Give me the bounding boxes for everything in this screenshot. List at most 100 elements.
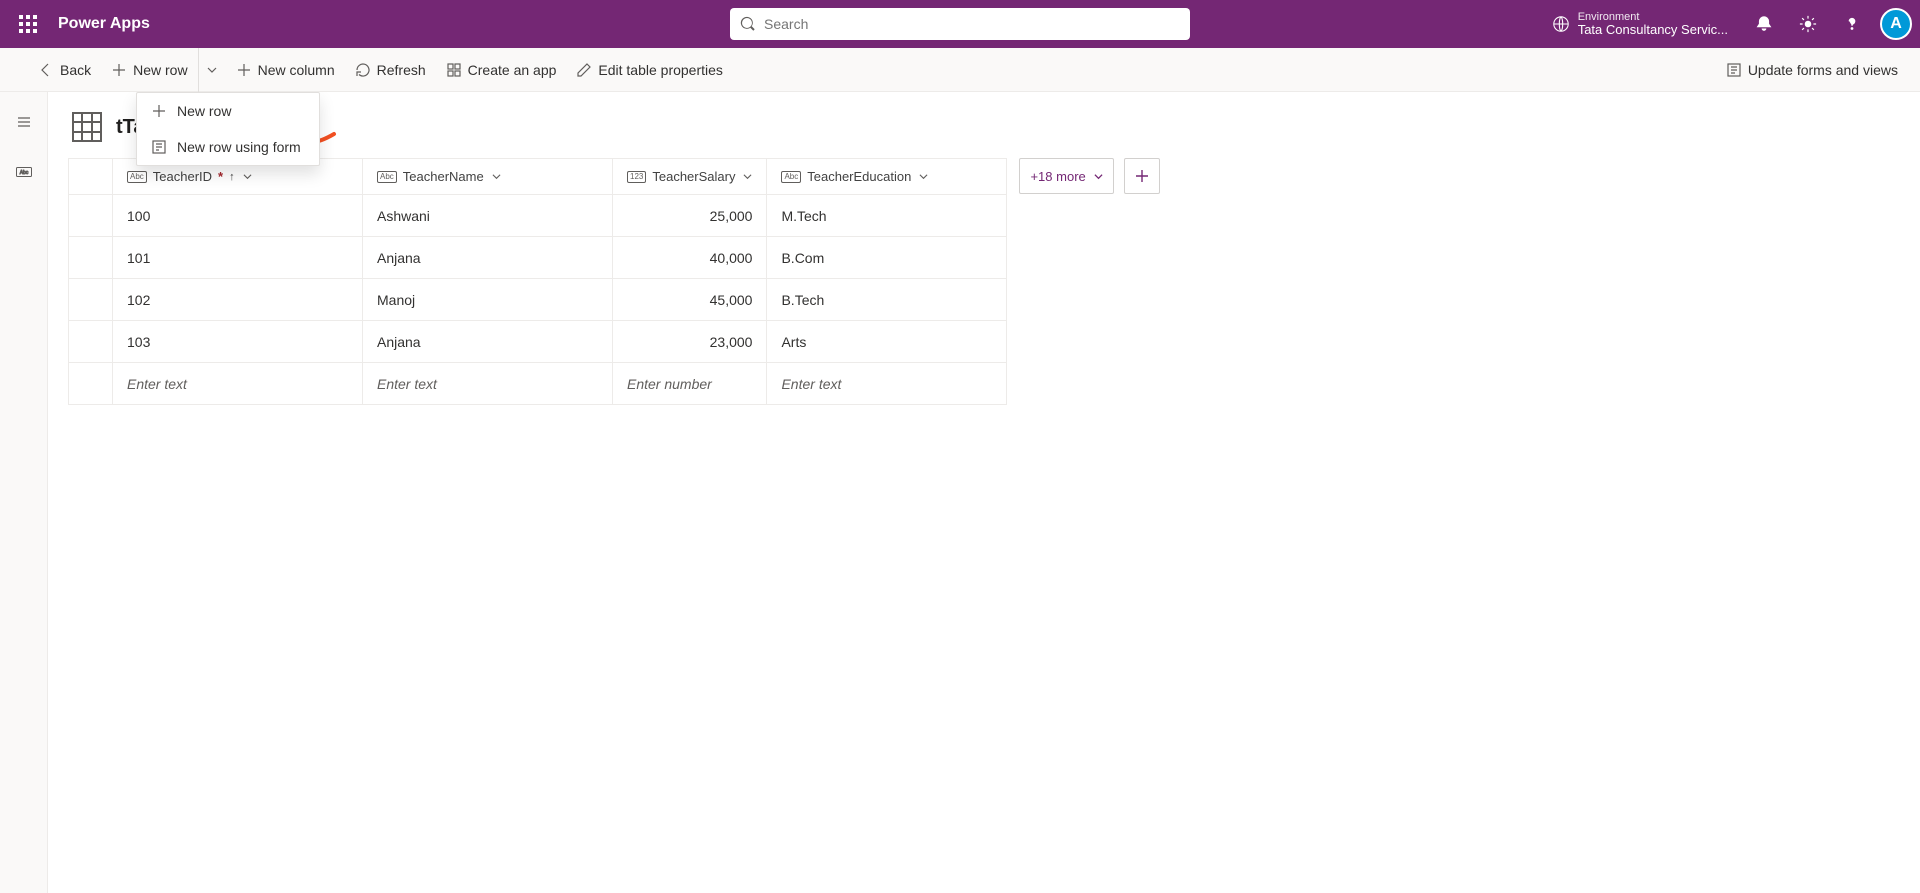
cell-salary[interactable]: 45,000 bbox=[613, 279, 767, 321]
add-column-button[interactable] bbox=[1124, 158, 1160, 194]
column-header-education[interactable]: Abc TeacherEducation bbox=[767, 159, 1007, 195]
row-handle-header bbox=[69, 159, 113, 195]
cell-id[interactable]: 100 bbox=[113, 195, 363, 237]
row-handle[interactable] bbox=[69, 363, 113, 405]
cell-id[interactable]: 101 bbox=[113, 237, 363, 279]
environment-name: Tata Consultancy Servic... bbox=[1578, 23, 1728, 37]
bell-icon bbox=[1755, 15, 1773, 33]
table-row[interactable]: 101Anjana40,000B.Com bbox=[69, 237, 1007, 279]
chevron-down-icon bbox=[243, 172, 252, 181]
new-cell-education[interactable]: Enter text bbox=[767, 363, 1007, 405]
main-content: tTables New row New row using form bbox=[48, 92, 1920, 893]
new-row-split-button: New row bbox=[101, 48, 225, 92]
table-heading: tTables bbox=[68, 112, 1920, 142]
new-column-label: New column bbox=[258, 62, 335, 78]
column-header-name[interactable]: Abc TeacherName bbox=[363, 159, 613, 195]
new-row-dropdown: New row New row using form bbox=[136, 92, 320, 166]
more-columns-button[interactable]: +18 more bbox=[1019, 158, 1113, 194]
search-icon bbox=[740, 16, 756, 32]
new-row[interactable]: Enter textEnter textEnter numberEnter te… bbox=[69, 363, 1007, 405]
cell-education[interactable]: M.Tech bbox=[767, 195, 1007, 237]
dropdown-new-row-form[interactable]: New row using form bbox=[137, 129, 319, 165]
table-row[interactable]: 103Anjana23,000Arts bbox=[69, 321, 1007, 363]
rail-abc-button[interactable]: Abc bbox=[8, 156, 40, 188]
create-app-button[interactable]: Create an app bbox=[436, 48, 567, 92]
refresh-label: Refresh bbox=[377, 62, 426, 78]
row-handle[interactable] bbox=[69, 279, 113, 321]
new-cell-salary[interactable]: Enter number bbox=[613, 363, 767, 405]
left-rail: Abc bbox=[0, 92, 48, 893]
back-button[interactable]: Back bbox=[28, 48, 101, 92]
chevron-down-icon bbox=[1094, 172, 1103, 181]
search-box[interactable] bbox=[730, 8, 1190, 40]
row-handle[interactable] bbox=[69, 237, 113, 279]
new-column-button[interactable]: New column bbox=[226, 48, 345, 92]
edit-properties-button[interactable]: Edit table properties bbox=[566, 48, 733, 92]
cell-education[interactable]: B.Tech bbox=[767, 279, 1007, 321]
cell-name[interactable]: Anjana bbox=[363, 237, 613, 279]
create-app-label: Create an app bbox=[468, 62, 557, 78]
refresh-button[interactable]: Refresh bbox=[345, 48, 436, 92]
environment-picker[interactable]: Environment Tata Consultancy Servic... bbox=[1552, 11, 1728, 37]
new-cell-name[interactable]: Enter text bbox=[363, 363, 613, 405]
refresh-icon bbox=[355, 62, 371, 78]
app-icon bbox=[446, 62, 462, 78]
data-grid: Abc TeacherID * ↑ Abc TeacherName bbox=[68, 158, 1007, 405]
chevron-down-icon bbox=[743, 172, 752, 181]
app-launcher-button[interactable] bbox=[8, 0, 48, 48]
new-row-button[interactable]: New row bbox=[101, 48, 197, 92]
new-row-dropdown-button[interactable] bbox=[198, 48, 226, 92]
cell-salary[interactable]: 25,000 bbox=[613, 195, 767, 237]
dropdown-new-row[interactable]: New row bbox=[137, 93, 319, 129]
edit-properties-label: Edit table properties bbox=[598, 62, 723, 78]
body: Abc tTables New row New row using form bbox=[0, 92, 1920, 893]
back-arrow-icon bbox=[38, 62, 54, 78]
notifications-button[interactable] bbox=[1744, 0, 1784, 48]
command-bar: Back New row New column Refresh Create a… bbox=[0, 48, 1920, 92]
cell-salary[interactable]: 23,000 bbox=[613, 321, 767, 363]
help-icon bbox=[1843, 15, 1861, 33]
hamburger-icon bbox=[16, 114, 32, 130]
new-row-label: New row bbox=[133, 62, 187, 78]
settings-button[interactable] bbox=[1788, 0, 1828, 48]
help-button[interactable] bbox=[1832, 0, 1872, 48]
chevron-down-icon bbox=[207, 65, 217, 75]
plus-icon bbox=[111, 62, 127, 78]
new-cell-id[interactable]: Enter text bbox=[113, 363, 363, 405]
rail-menu-button[interactable] bbox=[8, 106, 40, 138]
svg-text:Abc: Abc bbox=[19, 170, 28, 176]
user-avatar[interactable]: A bbox=[1880, 8, 1912, 40]
back-label: Back bbox=[60, 62, 91, 78]
row-handle[interactable] bbox=[69, 195, 113, 237]
update-forms-button[interactable]: Update forms and views bbox=[1716, 48, 1908, 92]
waffle-icon bbox=[19, 15, 37, 33]
table-icon bbox=[72, 112, 102, 142]
cell-id[interactable]: 103 bbox=[113, 321, 363, 363]
dropdown-new-row-form-label: New row using form bbox=[177, 139, 301, 155]
plus-icon bbox=[1135, 169, 1149, 183]
cell-name[interactable]: Ashwani bbox=[363, 195, 613, 237]
required-indicator: * bbox=[218, 169, 223, 184]
cell-name[interactable]: Manoj bbox=[363, 279, 613, 321]
form-icon bbox=[151, 139, 167, 155]
cell-education[interactable]: Arts bbox=[767, 321, 1007, 363]
sort-asc-icon: ↑ bbox=[229, 171, 235, 183]
search-input[interactable] bbox=[764, 16, 1180, 32]
text-type-icon: Abc bbox=[377, 171, 397, 183]
chevron-down-icon bbox=[492, 172, 501, 181]
number-type-icon: 123 bbox=[627, 171, 646, 183]
update-forms-label: Update forms and views bbox=[1748, 62, 1898, 78]
grid-wrapper: Abc TeacherID * ↑ Abc TeacherName bbox=[68, 158, 1920, 405]
cell-name[interactable]: Anjana bbox=[363, 321, 613, 363]
cell-id[interactable]: 102 bbox=[113, 279, 363, 321]
table-row[interactable]: 100Ashwani25,000M.Tech bbox=[69, 195, 1007, 237]
table-row[interactable]: 102Manoj45,000B.Tech bbox=[69, 279, 1007, 321]
column-header-salary[interactable]: 123 TeacherSalary bbox=[613, 159, 767, 195]
row-handle[interactable] bbox=[69, 321, 113, 363]
globe-icon bbox=[1552, 15, 1570, 33]
cell-salary[interactable]: 40,000 bbox=[613, 237, 767, 279]
brand-label[interactable]: Power Apps bbox=[58, 15, 150, 33]
col-salary-label: TeacherSalary bbox=[652, 169, 735, 184]
more-columns-label: +18 more bbox=[1030, 169, 1085, 184]
cell-education[interactable]: B.Com bbox=[767, 237, 1007, 279]
